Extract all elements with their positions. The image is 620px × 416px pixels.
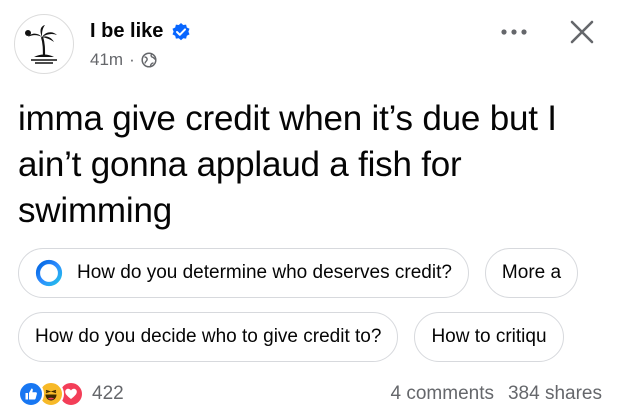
post-footer: 422 4 comments 384 shares <box>18 376 602 412</box>
reactions-summary[interactable]: 422 <box>18 381 124 407</box>
verified-badge-icon <box>171 22 191 42</box>
meta-ai-ring-icon <box>35 259 63 287</box>
author-row: I be like <box>90 20 191 43</box>
suggestion-chip[interactable]: How to critiqu <box>414 312 564 362</box>
post-time[interactable]: 41m <box>90 50 123 70</box>
post-meta: 41m · <box>90 50 157 70</box>
author-name[interactable]: I be like <box>90 20 163 43</box>
suggestion-label: How do you decide who to give credit to? <box>35 326 382 347</box>
more-options-button[interactable] <box>494 16 534 48</box>
meta-separator: · <box>129 50 135 69</box>
suggestion-chip[interactable]: More a <box>484 248 579 298</box>
reaction-count: 422 <box>92 383 124 404</box>
shares-count-link[interactable]: 384 shares <box>508 383 602 405</box>
island-palm-icon <box>25 25 57 64</box>
close-icon <box>570 20 594 44</box>
suggestion-label: How to critiqu <box>431 326 547 347</box>
globe-icon <box>141 52 157 68</box>
engagement-stats: 4 comments 384 shares <box>391 383 603 405</box>
suggestion-row-1: How do you determine who deserves credit… <box>18 248 579 298</box>
avatar[interactable] <box>14 14 74 74</box>
suggestion-label: More a <box>501 262 562 283</box>
close-button[interactable] <box>562 14 602 50</box>
post-text: imma give credit when it’s due but I ain… <box>18 99 557 230</box>
suggestion-chip[interactable]: How do you decide who to give credit to? <box>18 312 399 362</box>
more-options-icon <box>501 29 527 35</box>
suggestion-row-2: How do you decide who to give credit to?… <box>18 312 564 362</box>
like-icon <box>18 381 44 407</box>
post-header: I be like 41m · <box>14 14 606 74</box>
suggestion-label: How do you determine who deserves credit… <box>77 262 452 283</box>
comments-count-link[interactable]: 4 comments <box>391 383 494 405</box>
suggestion-chip[interactable]: How do you determine who deserves credit… <box>18 248 469 298</box>
